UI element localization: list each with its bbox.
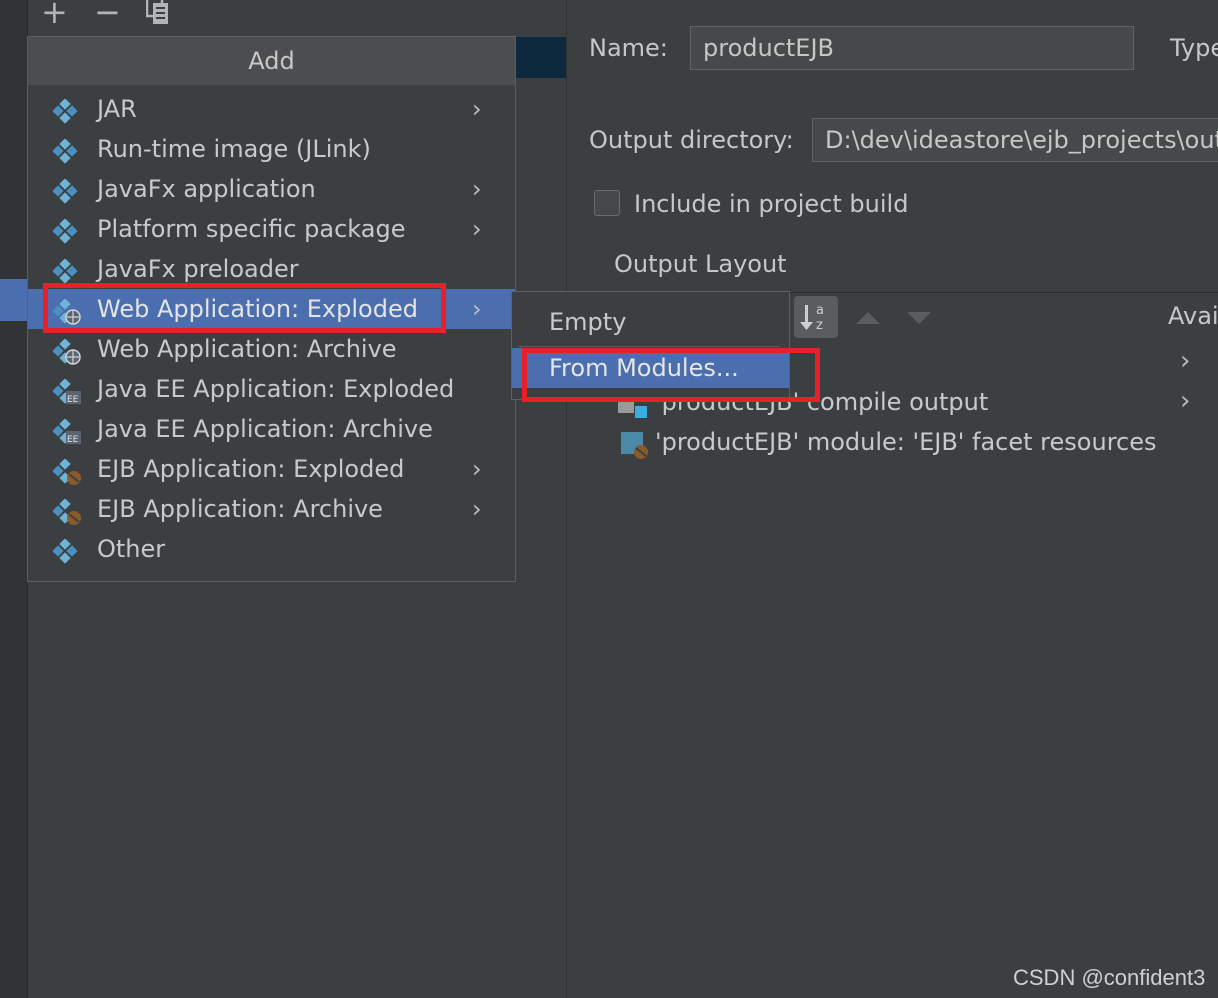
menu-item-label: JAR (97, 95, 137, 123)
expand-chevron-icon[interactable]: › (1180, 346, 1190, 376)
svg-text:z: z (816, 318, 823, 333)
ejb-artifact-icon (52, 497, 82, 525)
output-directory-field[interactable]: D:\dev\ideastore\ejb_projects\out\ (812, 118, 1218, 162)
menu-item-java-ee-application-archive[interactable]: EE Java EE Application: Archive (28, 409, 515, 449)
chevron-right-icon: › (472, 95, 482, 123)
menu-item-jar[interactable]: JAR › (28, 89, 515, 129)
watermark: CSDN @confident3 (1013, 965, 1206, 990)
copy-icon[interactable] (145, 0, 170, 26)
artifact-icon (52, 177, 82, 204)
highlight-box-web-exploded (43, 283, 446, 333)
tree-item-facet-resources[interactable]: 'productEJB' module: 'EJB' facet resourc… (655, 428, 1157, 456)
svg-text:a: a (816, 303, 824, 318)
type-label: Type (1170, 34, 1218, 62)
javaee-artifact-icon: EE (52, 417, 82, 445)
submenu-separator (518, 346, 780, 347)
artifact-icon (52, 97, 82, 124)
sort-alpha-button[interactable]: a z (794, 296, 838, 338)
svg-text:EE: EE (67, 395, 79, 405)
menu-item-ejb-application-exploded[interactable]: EJB Application: Exploded › (28, 449, 515, 489)
menu-item-label: JavaFx application (97, 175, 316, 203)
web-artifact-icon (52, 337, 82, 365)
svg-text:EE: EE (67, 435, 79, 445)
menu-item-label: EJB Application: Exploded (97, 455, 405, 483)
include-in-build-checkbox[interactable] (594, 190, 620, 216)
facet-resources-icon (620, 432, 650, 460)
menu-item-label: Java EE Application: Exploded (97, 375, 455, 403)
menu-item-label: Web Application: Archive (97, 335, 397, 363)
available-elements-label: Avai (1168, 302, 1218, 330)
menu-item-label: Run-time image (JLink) (97, 135, 371, 163)
menu-item-ejb-application-archive[interactable]: EJB Application: Archive › (28, 489, 515, 529)
javaee-artifact-icon: EE (52, 377, 82, 405)
name-field[interactable]: productEJB (690, 26, 1134, 70)
submenu-item-empty[interactable]: Empty (512, 300, 789, 344)
menu-item-label: Java EE Application: Archive (97, 415, 433, 443)
add-icon[interactable]: + (41, 0, 68, 28)
menu-item-java-ee-application-exploded[interactable]: EE Java EE Application: Exploded (28, 369, 515, 409)
chevron-right-icon: › (472, 175, 482, 203)
artifact-icon (52, 137, 82, 164)
chevron-right-icon: › (472, 455, 482, 483)
remove-icon[interactable]: − (94, 0, 121, 28)
menu-item-label: Platform specific package (97, 215, 406, 243)
ejb-artifact-icon (52, 457, 82, 485)
menu-item-platform-specific-package[interactable]: Platform specific package › (28, 209, 515, 249)
chevron-right-icon: › (472, 215, 482, 243)
menu-item-javafx-application[interactable]: JavaFx application › (28, 169, 515, 209)
chevron-right-icon: › (472, 495, 482, 523)
output-layout-tab[interactable]: Output Layout (614, 250, 787, 278)
menu-item-label: EJB Application: Archive (97, 495, 383, 523)
chevron-right-icon: › (472, 295, 482, 323)
expand-chevron-icon[interactable]: › (1180, 386, 1190, 416)
gutter-selection (0, 279, 27, 321)
artifact-list-selected-row[interactable] (515, 37, 566, 78)
artifact-icon (52, 217, 82, 244)
move-up-icon[interactable] (855, 310, 881, 324)
move-down-icon[interactable] (906, 310, 932, 324)
sort-alpha-icon: a z (800, 303, 824, 333)
name-label: Name: (589, 34, 668, 62)
menu-item-web-application-archive[interactable]: Web Application: Archive (28, 329, 515, 369)
add-menu-title: Add (28, 37, 515, 85)
left-gutter (0, 0, 28, 998)
menu-item-run-time-image-jlink[interactable]: Run-time image (JLink) (28, 129, 515, 169)
artifact-icon (52, 257, 82, 284)
highlight-box-from-modules (522, 348, 820, 402)
menu-item-other[interactable]: Other (28, 529, 515, 569)
include-in-build-label[interactable]: Include in project build (634, 190, 908, 218)
artifact-icon (52, 537, 82, 564)
menu-item-label: Other (97, 535, 166, 563)
output-directory-label: Output directory: (589, 126, 794, 154)
